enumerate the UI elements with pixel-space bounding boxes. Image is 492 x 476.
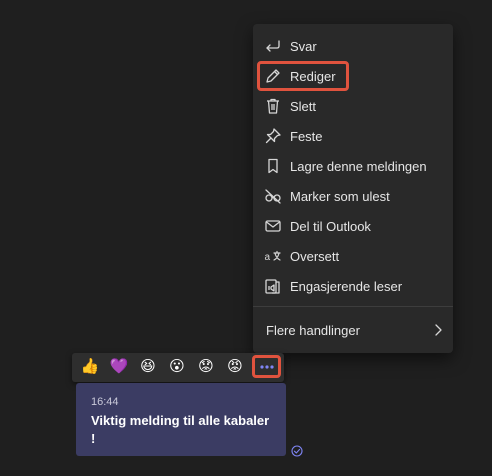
like-reaction[interactable]: 👍: [80, 357, 100, 377]
menu-separator: [253, 306, 453, 307]
menu-item-label: Feste: [290, 128, 323, 144]
menu-item-label: Del til Outlook: [290, 218, 371, 234]
trash-icon: [263, 96, 283, 116]
sad-reaction[interactable]: 😟: [196, 357, 216, 377]
svg-text:a: a: [265, 252, 271, 263]
menu-item-label: Marker som ulest: [290, 188, 390, 204]
more-actions-item[interactable]: Flere handlinger: [253, 314, 453, 346]
pin-icon: [263, 126, 283, 146]
hidden-eye-icon: [263, 186, 283, 206]
menu-item-save[interactable]: Lagre denne meldingen: [253, 151, 453, 181]
menu-item-label: Engasjerende leser: [290, 278, 403, 294]
menu-item-pin[interactable]: Feste: [253, 121, 453, 151]
laugh-reaction[interactable]: 😆: [138, 357, 158, 377]
chevron-right-icon: [433, 323, 443, 337]
sent-check-icon: [291, 444, 303, 457]
menu-item-immersive-reader[interactable]: Engasjerende leser: [253, 271, 453, 301]
menu-item-mark-unread[interactable]: Marker som ulest: [253, 181, 453, 211]
menu-item-label: Rediger: [290, 68, 336, 84]
surprised-reaction[interactable]: 😮: [167, 357, 187, 377]
immersive-reader-icon: [263, 276, 283, 296]
menu-item-label: Svar: [290, 38, 317, 54]
reaction-bar: 👍 💜 😆 😮 😟 😡: [72, 353, 284, 382]
bookmark-icon: [263, 156, 283, 176]
mail-icon: [263, 216, 283, 236]
message-timestamp: 16:44: [91, 396, 119, 408]
menu-item-translate[interactable]: a Oversett: [253, 241, 453, 271]
more-options-button[interactable]: [252, 355, 281, 378]
menu-item-delete[interactable]: Slett: [253, 91, 453, 121]
message-text: Viktig melding til alle kabaler !: [91, 413, 270, 446]
menu-item-label: Lagre denne meldingen: [290, 158, 427, 174]
reply-icon: [263, 36, 283, 56]
translate-icon: a: [263, 246, 283, 266]
angry-reaction[interactable]: 😡: [225, 357, 245, 377]
menu-item-label: Slett: [290, 98, 317, 114]
ellipsis-icon: [259, 364, 274, 369]
pencil-icon: [263, 66, 283, 86]
menu-item-share-outlook[interactable]: Del til Outlook: [253, 211, 453, 241]
heart-reaction[interactable]: 💜: [109, 357, 129, 377]
chat-message-bubble[interactable]: 16:44 Viktig melding til alle kabaler !: [76, 383, 286, 456]
menu-item-label: Oversett: [290, 248, 340, 264]
menu-item-edit[interactable]: Rediger: [253, 61, 453, 91]
menu-item-reply[interactable]: Svar: [253, 31, 453, 61]
context-menu: Svar Rediger Slett Feste Lagre denne mel…: [253, 24, 453, 353]
more-actions-label: Flere handlinger: [266, 322, 360, 338]
